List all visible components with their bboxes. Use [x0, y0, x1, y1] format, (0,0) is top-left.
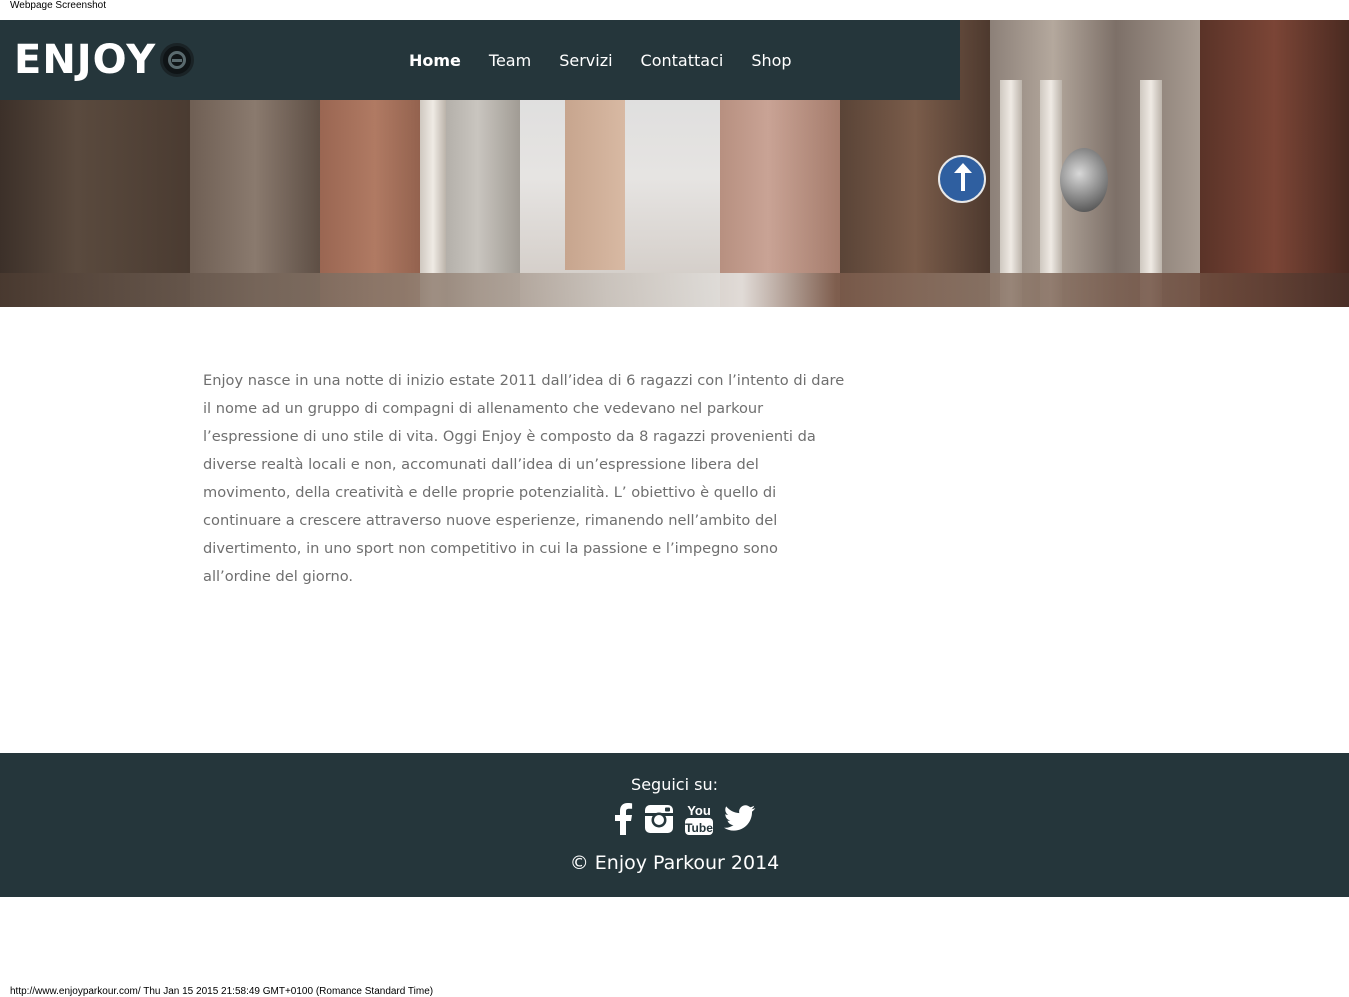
facebook-icon[interactable] — [612, 803, 634, 839]
nav-item-contattaci[interactable]: Contattaci — [641, 50, 724, 72]
street-mirror — [1060, 148, 1108, 212]
capture-url-timestamp: http://www.enjoyparkour.com/ Thu Jan 15 … — [10, 986, 434, 997]
svg-text:Tube: Tube — [685, 821, 713, 835]
social-links: You Tube — [612, 802, 756, 840]
enjoy-e-emblem-icon — [160, 43, 195, 77]
intro-paragraph: Enjoy nasce in una notte di inizio estat… — [203, 372, 845, 585]
site-header: ENJOY Home Team Servizi Contattaci Shop — [0, 20, 960, 100]
instagram-icon[interactable] — [644, 804, 674, 838]
logo-text: ENJOY — [14, 37, 157, 83]
main-nav: Home Team Servizi Contattaci Shop — [409, 49, 792, 73]
nav-item-team[interactable]: Team — [489, 50, 531, 72]
youtube-icon[interactable]: You Tube — [684, 802, 714, 840]
one-way-sign — [938, 155, 986, 203]
screenshot-title: Webpage Screenshot — [10, 0, 106, 11]
site-logo[interactable]: ENJOY — [14, 37, 195, 83]
nav-item-shop[interactable]: Shop — [751, 50, 791, 72]
nav-item-servizi[interactable]: Servizi — [559, 50, 612, 72]
copyright-text: © Enjoy Parkour 2014 — [569, 852, 780, 874]
follow-label: Seguici su: — [631, 775, 718, 794]
site-footer: Seguici su: You Tube © Enjoy Parkour 201… — [0, 753, 1349, 897]
twitter-icon[interactable] — [724, 805, 756, 837]
svg-text:You: You — [687, 803, 711, 818]
nav-item-home[interactable]: Home — [409, 50, 461, 72]
